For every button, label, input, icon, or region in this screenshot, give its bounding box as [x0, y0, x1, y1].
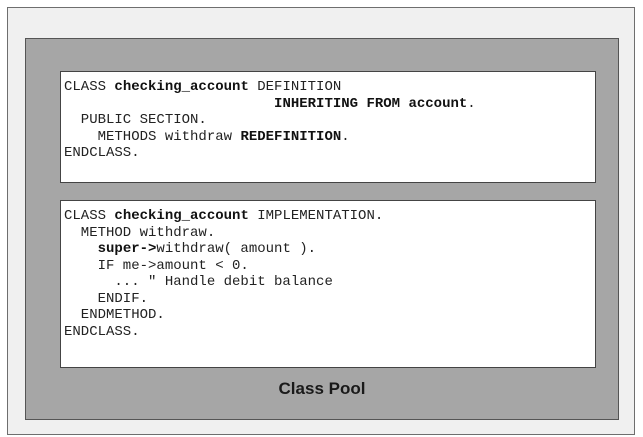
code-text: PUBLIC SECTION.	[64, 112, 207, 128]
class-pool-container: CLASS checking_account DEFINITION INHERI…	[25, 38, 619, 420]
class-implementation-code-block: CLASS checking_account IMPLEMENTATION. M…	[60, 200, 596, 368]
code-line: ... " Handle debit balance	[64, 274, 595, 291]
code-text: ... " Handle debit balance	[64, 274, 333, 290]
code-line: PUBLIC SECTION.	[64, 112, 595, 129]
code-line: ENDCLASS.	[64, 145, 595, 162]
code-text: IF me->amount < 0.	[64, 257, 249, 274]
code-keyword: super->	[97, 241, 157, 257]
code-text: .	[341, 128, 350, 145]
code-line: ENDMETHOD.	[64, 307, 595, 324]
code-line: ENDCLASS.	[64, 324, 595, 341]
code-text: METHOD withdraw.	[64, 224, 216, 241]
code-keyword: INHERITING FROM account	[274, 95, 468, 112]
class-pool-label: Class Pool	[278, 379, 366, 398]
code-text: DEFINITION	[248, 79, 342, 95]
code-line: ENDIF.	[64, 291, 595, 308]
code-text: IMPLEMENTATION.	[248, 208, 384, 224]
code-line: INHERITING FROM account.	[64, 96, 595, 113]
code-text: METHODS withdraw	[64, 128, 241, 145]
class-definition-code-block: CLASS checking_account DEFINITION INHERI…	[60, 71, 596, 183]
code-keyword: checking_account	[114, 208, 249, 224]
code-line: CLASS checking_account DEFINITION	[64, 79, 595, 96]
code-text: ENDIF.	[64, 290, 149, 307]
code-line: METHOD withdraw.	[64, 225, 595, 242]
code-text: CLASS	[64, 208, 115, 224]
code-text: ENDMETHOD.	[64, 307, 165, 323]
figure-frame: CLASS checking_account DEFINITION INHERI…	[7, 7, 635, 435]
code-line: CLASS checking_account IMPLEMENTATION.	[64, 208, 595, 225]
code-line: super->withdraw( amount ).	[64, 241, 595, 258]
code-text: CLASS	[64, 79, 115, 95]
code-keyword: REDEFINITION	[240, 128, 342, 145]
code-text: ENDCLASS.	[64, 323, 140, 340]
code-line: METHODS withdraw REDEFINITION.	[64, 129, 595, 146]
code-text: ENDCLASS.	[64, 145, 140, 161]
code-line: IF me->amount < 0.	[64, 258, 595, 275]
code-text: withdraw( amount ).	[156, 241, 317, 257]
code-text: .	[467, 95, 476, 112]
code-keyword: checking_account	[114, 79, 249, 95]
